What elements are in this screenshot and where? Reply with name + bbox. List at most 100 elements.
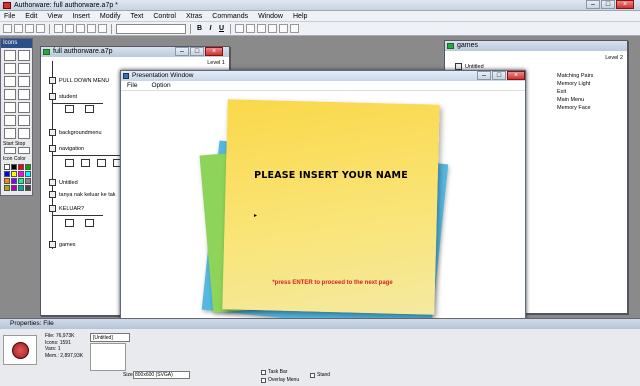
save-icon[interactable] [25, 24, 34, 33]
branch-icon[interactable] [81, 159, 90, 167]
stop-flag-icon[interactable] [18, 147, 30, 154]
variables-icon[interactable] [279, 24, 288, 33]
flow-item[interactable]: PULL DOWN MENU [49, 77, 109, 84]
color-swatch[interactable] [11, 171, 17, 177]
color-swatch[interactable] [11, 164, 17, 170]
branch-icon[interactable] [65, 219, 74, 227]
functions-icon[interactable] [268, 24, 277, 33]
menu-item[interactable]: Memory Light [557, 81, 590, 87]
color-swatch[interactable] [11, 178, 17, 184]
motion-icon[interactable] [18, 50, 30, 61]
menu-commands[interactable]: Commands [212, 11, 248, 21]
erase-icon[interactable] [4, 63, 16, 74]
menu-item[interactable]: Matching Pairs [557, 73, 593, 79]
branch-icon[interactable] [65, 105, 74, 113]
flow-item[interactable]: tanya nak keluar ke tak [49, 191, 116, 198]
navigate-icon[interactable] [4, 76, 16, 87]
start-flag-icon[interactable] [4, 147, 16, 154]
flow-item[interactable]: Untitled [49, 179, 78, 186]
standard-checkbox[interactable]: Stand [310, 372, 330, 378]
flow-item[interactable]: backgroundmenu [49, 129, 102, 136]
copy-icon[interactable] [76, 24, 85, 33]
knowledge-objects-icon[interactable] [290, 24, 299, 33]
import-icon[interactable] [36, 24, 45, 33]
open-file-icon[interactable] [14, 24, 23, 33]
menu-view[interactable]: View [47, 11, 62, 21]
branch-icon[interactable] [85, 219, 94, 227]
paste-icon[interactable] [87, 24, 96, 33]
close-button[interactable]: × [616, 0, 634, 9]
undo-icon[interactable] [54, 24, 63, 33]
flow-item[interactable]: KELUAR? [49, 205, 84, 212]
control-panel-icon[interactable] [257, 24, 266, 33]
calculation-icon[interactable] [4, 102, 16, 113]
menu-window[interactable]: Window [258, 11, 283, 21]
color-swatch[interactable] [25, 164, 31, 170]
menu-item[interactable]: Exit [557, 89, 566, 95]
menu-modify[interactable]: Modify [100, 11, 121, 21]
menu-help[interactable]: Help [293, 11, 307, 21]
color-swatch[interactable] [25, 185, 31, 191]
color-swatch[interactable] [4, 171, 10, 177]
cut-icon[interactable] [65, 24, 74, 33]
bold-button[interactable]: B [195, 24, 204, 33]
play-icon[interactable] [246, 24, 255, 33]
text-entry-caret[interactable]: ▸ [254, 212, 257, 219]
menu-item[interactable]: Memory Face [557, 105, 591, 111]
restart-icon[interactable] [235, 24, 244, 33]
menu-xtras[interactable]: Xtras [186, 11, 202, 21]
video-icon[interactable] [4, 128, 16, 139]
maximize-button[interactable]: □ [492, 71, 506, 80]
movie-icon[interactable] [4, 115, 16, 126]
minimize-button[interactable]: – [175, 47, 189, 56]
menu-option[interactable]: Option [151, 81, 170, 90]
color-swatch[interactable] [18, 171, 24, 177]
branch-icon[interactable] [97, 159, 106, 167]
color-swatch[interactable] [4, 164, 10, 170]
underline-button[interactable]: U [217, 24, 226, 33]
flow-item[interactable]: navigation [49, 145, 84, 152]
color-swatch[interactable] [4, 178, 10, 184]
knowledge-object-icon[interactable] [18, 128, 30, 139]
sound-icon[interactable] [18, 115, 30, 126]
menu-insert[interactable]: Insert [72, 11, 90, 21]
menu-edit[interactable]: Edit [25, 11, 37, 21]
decision-icon[interactable] [4, 89, 16, 100]
interaction-icon[interactable] [18, 89, 30, 100]
color-swatch[interactable] [18, 185, 24, 191]
branch-icon[interactable] [85, 105, 94, 113]
file-title-field[interactable]: [Untitled] [90, 333, 130, 342]
menu-text[interactable]: Text [131, 11, 144, 21]
flow-item[interactable]: Untitled [455, 63, 484, 70]
branch-icon[interactable] [65, 159, 74, 167]
find-icon[interactable] [98, 24, 107, 33]
color-swatch[interactable] [4, 185, 10, 191]
flow-item[interactable]: games [49, 241, 76, 248]
maximize-button[interactable]: □ [601, 0, 615, 9]
flow-item[interactable]: student [49, 93, 77, 100]
text-style-select[interactable] [116, 23, 186, 34]
display-icon[interactable] [4, 50, 16, 61]
color-swatch[interactable] [11, 185, 17, 191]
framework-icon[interactable] [18, 76, 30, 87]
maximize-button[interactable]: □ [190, 47, 204, 56]
minimize-button[interactable]: – [477, 71, 491, 80]
close-button[interactable]: × [205, 47, 223, 56]
color-swatch[interactable] [18, 178, 24, 184]
new-file-icon[interactable] [3, 24, 12, 33]
color-swatch[interactable] [18, 164, 24, 170]
italic-button[interactable]: I [206, 24, 215, 33]
minimize-button[interactable]: – [586, 0, 600, 9]
overlay-menu-checkbox[interactable]: Overlay Menu [261, 377, 299, 383]
close-button[interactable]: × [507, 71, 525, 80]
menu-file[interactable]: File [127, 81, 137, 90]
color-swatch[interactable] [25, 171, 31, 177]
menu-item[interactable]: Main Menu [557, 97, 584, 103]
size-select[interactable]: 800x600 (SVGA) [133, 371, 190, 379]
map-icon[interactable] [18, 102, 30, 113]
menu-control[interactable]: Control [153, 11, 176, 21]
task-bar-checkbox[interactable]: Task Bar [261, 369, 287, 375]
color-swatch[interactable] [25, 178, 31, 184]
menu-file[interactable]: File [4, 11, 15, 21]
wait-icon[interactable] [18, 63, 30, 74]
